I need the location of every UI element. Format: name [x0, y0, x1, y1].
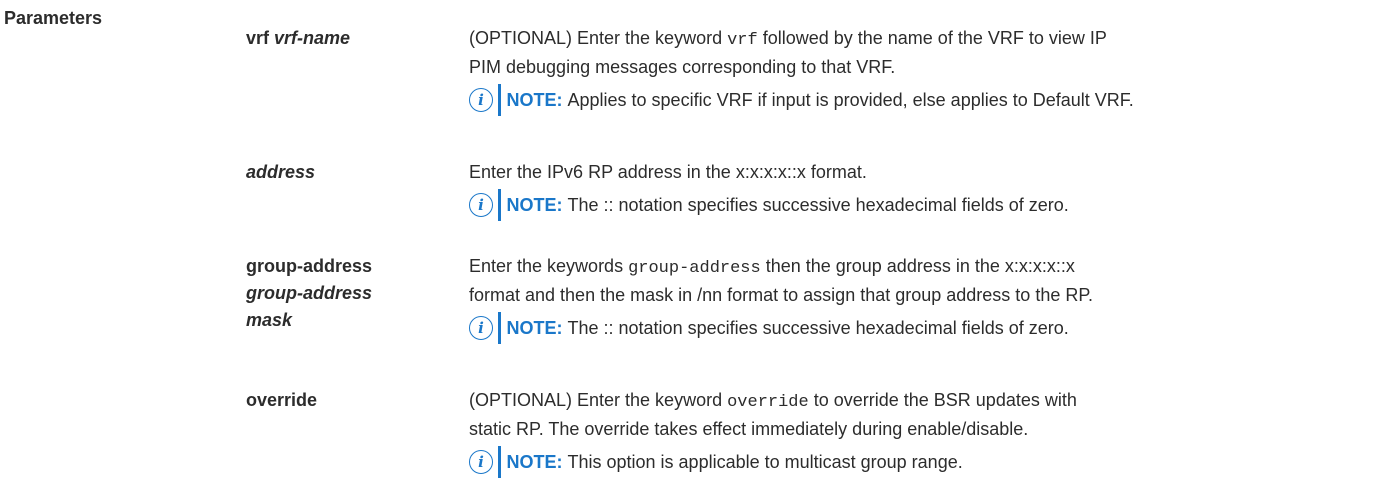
note-text: The :: notation specifies successive hex… — [567, 317, 1069, 338]
desc-code: group-address — [628, 259, 761, 278]
desc-text: Enter the keywords — [469, 256, 629, 276]
desc-code: override — [727, 393, 809, 412]
desc-line: static RP. The override takes effect imm… — [469, 419, 1029, 439]
param-variable: mask — [246, 310, 293, 330]
desc-line: format and then the mask in /nn format t… — [469, 285, 1094, 305]
note: i NOTE: The :: notation specifies succes… — [469, 188, 1379, 222]
note-text: Applies to specific VRF if input is prov… — [567, 89, 1134, 110]
note: i NOTE: The :: notation specifies succes… — [469, 311, 1379, 345]
note-label: NOTE: — [506, 451, 563, 472]
section-label-parameters: Parameters — [4, 8, 103, 28]
param-name: vrf vrf-name — [246, 25, 456, 52]
param-variable: vrf-name — [274, 28, 351, 48]
desc-code: vrf — [727, 31, 758, 50]
param-description: Enter the IPv6 RP address in the x:x:x:x… — [469, 159, 1379, 222]
param-variable: address — [246, 162, 316, 182]
info-icon: i — [469, 88, 493, 112]
note-label: NOTE: — [506, 89, 563, 110]
note: i NOTE: This option is applicable to mul… — [469, 445, 1379, 479]
note-divider — [498, 312, 501, 344]
desc-text: (OPTIONAL) Enter the keyword — [469, 390, 728, 410]
info-icon: i — [469, 450, 493, 474]
note: i NOTE: Applies to specific VRF if input… — [469, 83, 1379, 117]
param-description: Enter the keywords group-address then th… — [469, 253, 1379, 345]
desc-line: Enter the IPv6 RP address in the x:x:x:x… — [469, 162, 867, 182]
desc-line: PIM debugging messages corresponding to … — [469, 57, 896, 77]
note-divider — [498, 84, 501, 116]
param-keyword: vrf — [246, 28, 270, 48]
param-description: (OPTIONAL) Enter the keyword vrf followe… — [469, 25, 1379, 117]
note-text: This option is applicable to multicast g… — [567, 451, 963, 472]
info-icon: i — [469, 316, 493, 340]
desc-text: followed by the name of the VRF to view … — [757, 28, 1107, 48]
param-name: override — [246, 387, 456, 414]
note-label: NOTE: — [506, 317, 563, 338]
note-divider — [498, 189, 501, 221]
desc-line: (OPTIONAL) Enter the keyword vrf followe… — [469, 25, 1379, 54]
param-description: (OPTIONAL) Enter the keyword override to… — [469, 387, 1379, 479]
note-text: The :: notation specifies successive hex… — [567, 194, 1069, 215]
param-name: address — [246, 159, 456, 186]
note-label: NOTE: — [506, 194, 563, 215]
desc-line: Enter the keywords group-address then th… — [469, 253, 1379, 282]
param-variable: group-address — [246, 283, 373, 303]
param-keyword: override — [246, 390, 318, 410]
desc-text: then the group address in the x:x:x:x::x — [760, 256, 1075, 276]
info-icon: i — [469, 193, 493, 217]
param-keyword: group-address — [246, 256, 373, 276]
desc-text: (OPTIONAL) Enter the keyword — [469, 28, 728, 48]
desc-line: (OPTIONAL) Enter the keyword override to… — [469, 387, 1379, 416]
desc-text: to override the BSR updates with — [808, 390, 1077, 410]
param-name: group-address group-address mask — [246, 253, 456, 334]
note-divider — [498, 446, 501, 478]
